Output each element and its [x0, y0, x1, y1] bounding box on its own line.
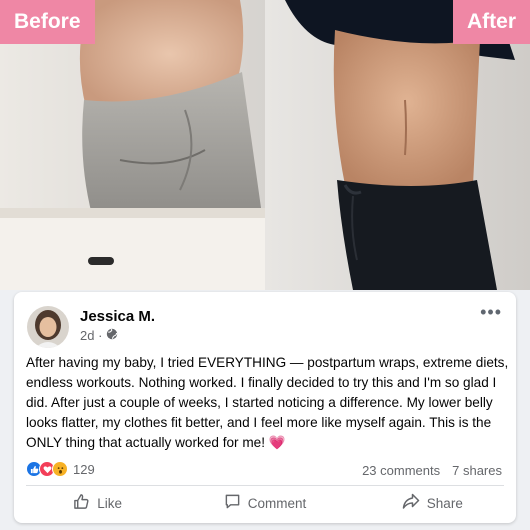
divider — [26, 485, 504, 486]
reaction-count: 129 — [73, 461, 95, 477]
before-label: Before — [0, 0, 95, 44]
comments-count[interactable]: 23 comments — [362, 463, 440, 478]
avatar[interactable] — [27, 306, 69, 348]
author-name[interactable]: Jessica M. — [80, 308, 155, 325]
before-after-image[interactable]: Before After — [0, 0, 530, 290]
post-time[interactable]: 2d · — [80, 328, 102, 343]
post-meta: 2d · — [80, 328, 118, 343]
shares-count[interactable]: 7 shares — [452, 463, 502, 478]
share-button[interactable]: Share — [349, 488, 516, 518]
reactions-summary[interactable]: 129 — [26, 461, 95, 477]
comment-label: Comment — [247, 495, 307, 511]
action-bar: Like Comment Share — [14, 488, 516, 518]
post-card: Jessica M. 2d · ••• After having my baby… — [14, 292, 516, 523]
like-icon — [73, 493, 90, 513]
after-label: After — [452, 0, 530, 44]
share-icon — [402, 493, 420, 513]
globe-icon — [106, 328, 118, 343]
like-button[interactable]: Like — [14, 488, 181, 518]
share-label: Share — [426, 495, 463, 511]
wow-reaction-icon — [52, 461, 68, 477]
engagement-counts: 23 comments 7 shares — [362, 463, 502, 478]
more-icon[interactable]: ••• — [480, 302, 502, 323]
post-text: After having my baby, I tried EVERYTHING… — [26, 355, 509, 450]
comment-button[interactable]: Comment — [181, 488, 348, 518]
comment-icon — [224, 493, 241, 513]
like-label: Like — [97, 495, 123, 511]
